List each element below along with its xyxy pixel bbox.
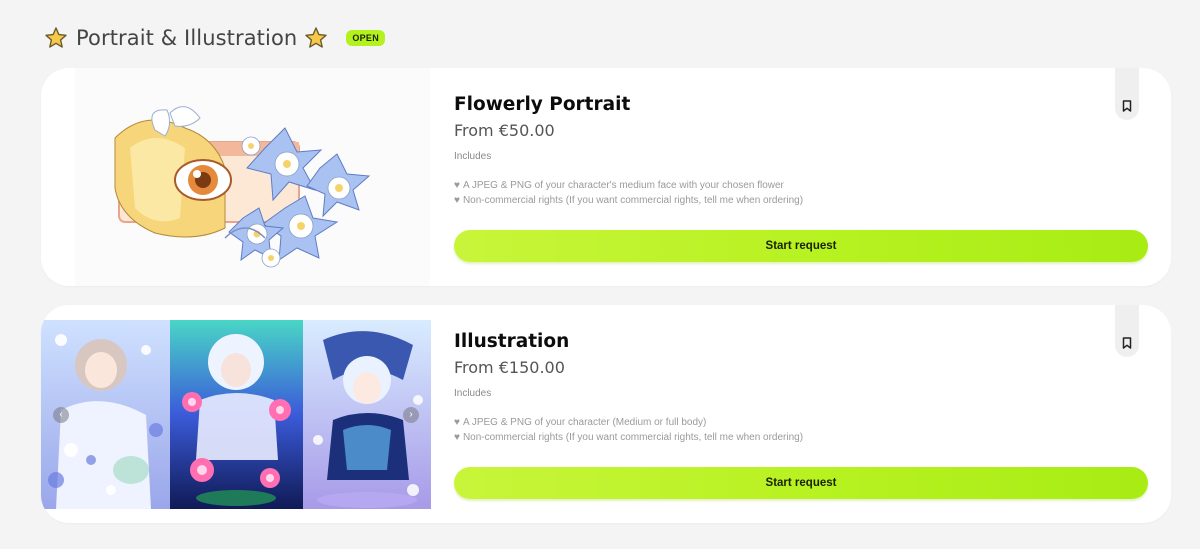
feature-text: A JPEG & PNG of your character (Medium o…	[462, 417, 707, 428]
status-badge: OPEN	[346, 30, 386, 46]
start-request-button[interactable]: Start request	[454, 467, 1148, 499]
service-title: Flowerly Portrait	[454, 94, 631, 115]
service-title: Illustration	[454, 331, 570, 352]
feature-text: A JPEG & PNG of your character's medium …	[462, 180, 784, 191]
service-image[interactable]	[75, 68, 430, 286]
includes-label: Includes	[454, 388, 492, 399]
bookmark-button[interactable]	[1115, 305, 1139, 357]
feature-item: ♥ A JPEG & PNG of your character (Medium…	[454, 417, 706, 428]
bookmark-icon	[1122, 100, 1132, 112]
chevron-right-icon[interactable]: ›	[403, 406, 419, 423]
feature-item: ♥ A JPEG & PNG of your character's mediu…	[454, 180, 784, 191]
bookmark-icon	[1122, 337, 1132, 349]
star-icon	[45, 27, 67, 48]
image-carousel[interactable]: ‹ ›	[41, 320, 431, 509]
service-price: From €150.00	[454, 358, 565, 377]
service-card-flowerly-portrait: Flowerly Portrait From €50.00 Includes ♥…	[41, 68, 1171, 286]
carousel-image[interactable]: ‹	[41, 320, 170, 509]
chevron-left-icon[interactable]: ‹	[53, 406, 69, 423]
bookmark-button[interactable]	[1115, 68, 1139, 120]
includes-label: Includes	[454, 151, 492, 162]
feature-text: Non-commercial rights (If you want comme…	[462, 432, 804, 443]
section-title: Portrait & Illustration	[76, 26, 298, 50]
illustration-thumbnail	[170, 320, 303, 509]
feature-text: Non-commercial rights (If you want comme…	[462, 195, 804, 206]
carousel-image[interactable]	[170, 320, 303, 509]
section-header: Portrait & Illustration OPEN	[44, 22, 386, 54]
portrait-artwork	[75, 68, 430, 286]
carousel-image[interactable]: ›	[303, 320, 431, 509]
service-card-illustration: ‹ › Illustration From €150.00 Includes ♥…	[41, 305, 1171, 523]
start-request-button[interactable]: Start request	[454, 230, 1148, 262]
heart-icon: ♥	[454, 180, 460, 191]
service-price: From €50.00	[454, 121, 555, 140]
star-icon	[305, 27, 328, 48]
feature-item: ♥ Non-commercial rights (If you want com…	[454, 432, 803, 443]
heart-icon: ♥	[454, 432, 460, 443]
heart-icon: ♥	[454, 417, 460, 428]
feature-item: ♥ Non-commercial rights (If you want com…	[454, 195, 803, 206]
heart-icon: ♥	[454, 195, 460, 206]
